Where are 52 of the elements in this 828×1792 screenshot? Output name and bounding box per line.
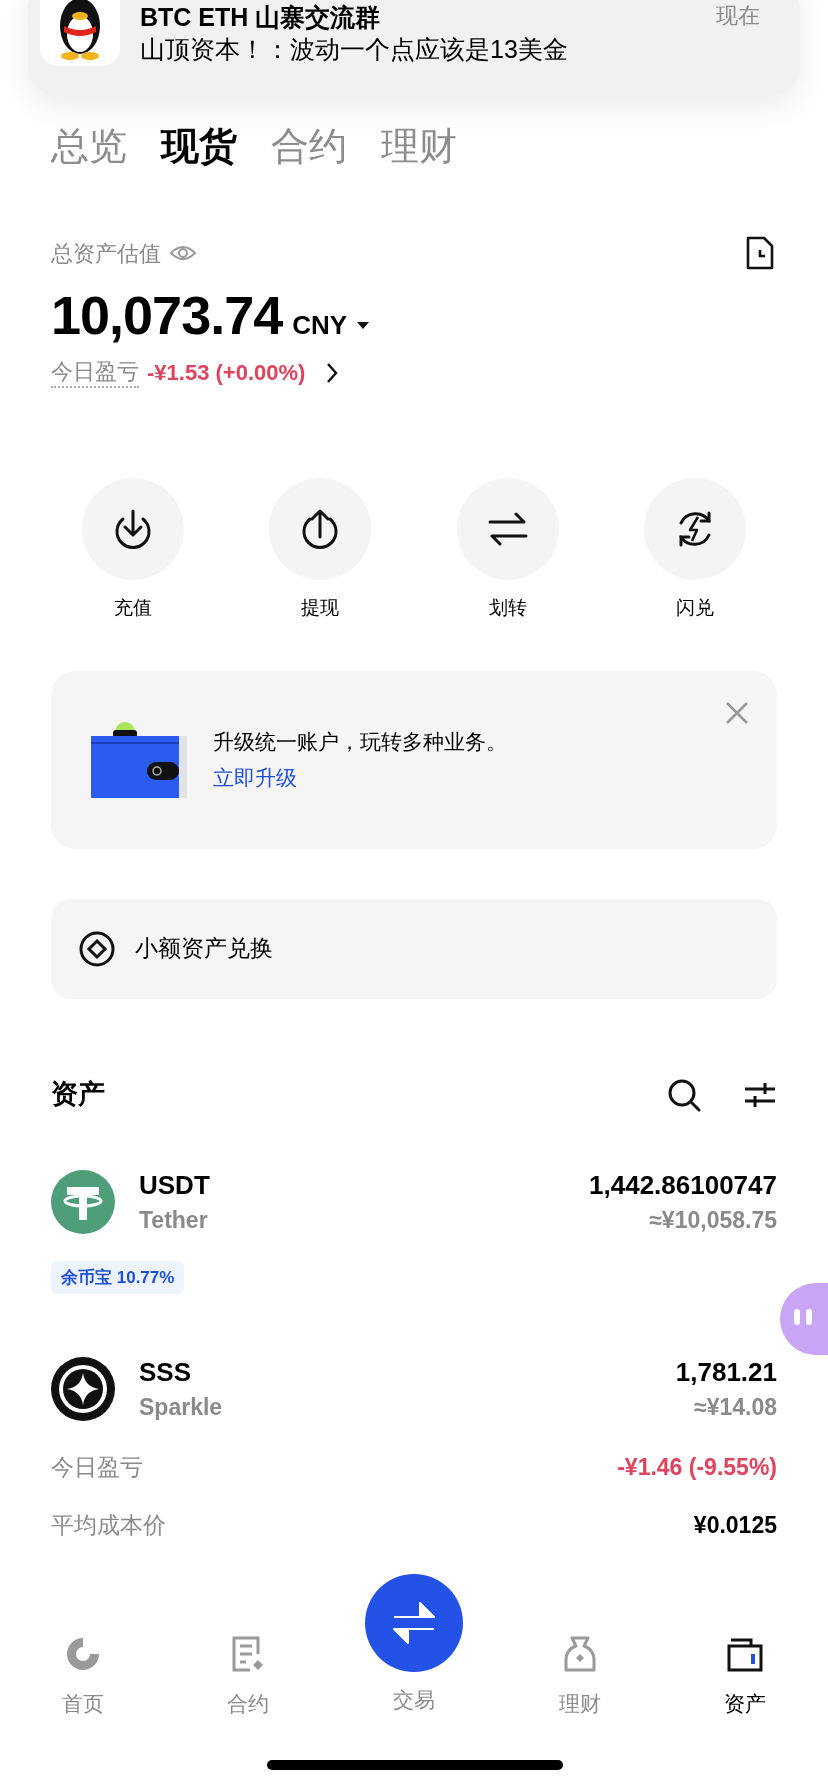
search-icon[interactable] bbox=[667, 1077, 701, 1112]
notification-banner[interactable]: BTC ETH 山寨交流群 山顶资本！：波动一个点应该是13美金 现在 bbox=[28, 0, 800, 96]
coin-name: Sparkle bbox=[139, 1393, 224, 1422]
upgrade-link[interactable]: 立即升级 bbox=[213, 763, 297, 792]
currency-dropdown[interactable]: CNY bbox=[292, 306, 370, 345]
section-title: 资产 bbox=[51, 1078, 105, 1112]
tab[interactable]: 现货 bbox=[161, 122, 237, 170]
close-icon[interactable] bbox=[725, 700, 749, 725]
action-label: 划转 bbox=[488, 596, 527, 620]
chevron-right-icon[interactable] bbox=[325, 362, 340, 384]
tab[interactable]: 合约 bbox=[271, 122, 347, 170]
coin-symbol: USDT bbox=[139, 1168, 211, 1202]
nav-tab[interactable]: 理财 bbox=[558, 1634, 601, 1720]
total-assets-label: 总资产估值 bbox=[51, 239, 161, 268]
action-label: 闪兑 bbox=[676, 596, 715, 620]
detail-value: ¥0.0125 bbox=[693, 1511, 777, 1540]
nav-label: 交易 bbox=[393, 1687, 435, 1713]
total-assets-value: 10,073.74 bbox=[51, 284, 283, 346]
coin-amount: 1,442.86100747 bbox=[589, 1168, 777, 1202]
detail-label: 平均成本价 bbox=[51, 1511, 166, 1540]
daily-pnl-value: -¥1.53 (+0.00%) bbox=[147, 359, 306, 387]
detail-value: -¥1.46 (-9.55%) bbox=[617, 1453, 777, 1482]
filter-icon[interactable] bbox=[743, 1080, 777, 1109]
coin-value: ≈¥14.08 bbox=[694, 1393, 777, 1422]
action-label: 提现 bbox=[301, 596, 340, 620]
coin-name: Tether bbox=[139, 1205, 209, 1235]
swap-icon bbox=[390, 1599, 438, 1647]
small-assets-convert-button[interactable]: 小额资产兑换 bbox=[51, 898, 777, 999]
detail-label: 今日盈亏 bbox=[51, 1453, 143, 1482]
coin-amount: 1,781.21 bbox=[675, 1356, 777, 1389]
app-icon bbox=[40, 0, 120, 66]
notification-message: 山顶资本！：波动一个点应该是13美金 bbox=[140, 34, 569, 65]
coin-symbol: SSS bbox=[139, 1356, 193, 1389]
wallet-icon bbox=[91, 721, 187, 798]
coin-value: ≈¥10,058.75 bbox=[649, 1205, 777, 1235]
diamond-coin-icon bbox=[79, 930, 115, 967]
history-icon[interactable] bbox=[745, 236, 775, 270]
nav-tab[interactable]: 合约 bbox=[227, 1634, 270, 1720]
notification-title: BTC ETH 山寨交流群 bbox=[140, 2, 381, 32]
nav-tab[interactable]: 首页 bbox=[61, 1634, 104, 1720]
yield-badge: 余币宝 10.77% bbox=[51, 1260, 185, 1294]
coin-icon bbox=[51, 1357, 115, 1421]
notification-time: 现在 bbox=[716, 4, 760, 28]
coin-icon bbox=[51, 1169, 115, 1234]
nav-tab[interactable]: 资产 bbox=[724, 1634, 767, 1720]
eye-icon[interactable] bbox=[169, 243, 197, 263]
tab[interactable]: 总览 bbox=[51, 122, 127, 170]
caret-icon bbox=[357, 321, 370, 330]
upgrade-message: 升级统一账户，玩转多种业务。 bbox=[213, 728, 507, 755]
action-label: 充值 bbox=[113, 596, 152, 620]
tab[interactable]: 理财 bbox=[381, 122, 457, 170]
daily-pnl-label: 今日盈亏 bbox=[51, 358, 139, 388]
